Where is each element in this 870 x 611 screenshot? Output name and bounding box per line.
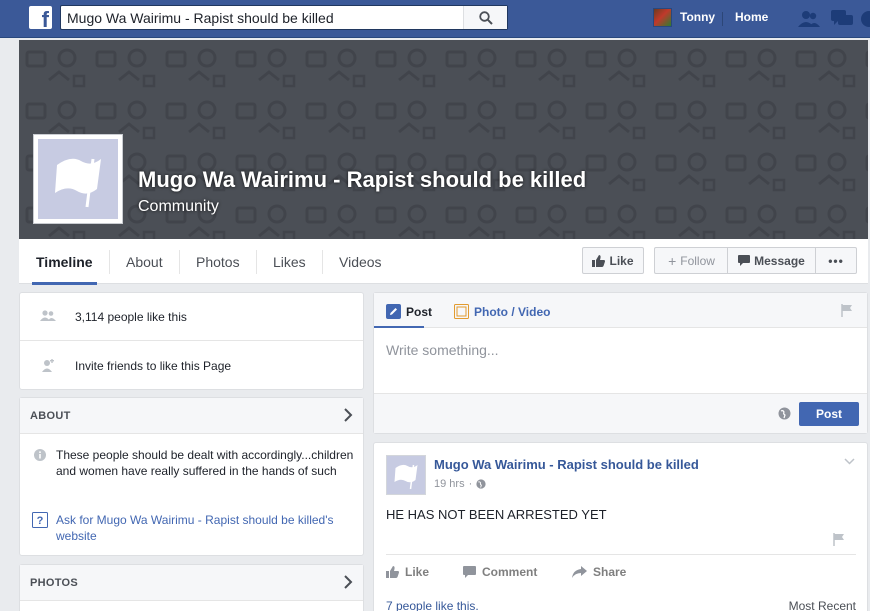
invite-friends-text: Invite friends to like this Page <box>75 359 232 373</box>
svg-text:?: ? <box>37 515 44 527</box>
composer-tab-photo-video[interactable]: Photo / Video <box>454 304 550 319</box>
friend-requests-icon[interactable] <box>798 10 820 28</box>
most-recent-sort[interactable]: Most Recent <box>789 599 856 611</box>
chevron-down-icon[interactable] <box>844 458 855 465</box>
story-timestamp: 19 hrs · <box>434 478 486 490</box>
story-comment-button[interactable]: Comment <box>463 565 537 579</box>
composer-input[interactable]: Write something... <box>386 342 499 358</box>
globe-icon[interactable] <box>476 479 486 489</box>
story-actions: Like Comment Share <box>386 554 856 587</box>
story-share-button[interactable]: Share <box>572 565 626 579</box>
invite-friends-row[interactable]: Invite friends to like this Page <box>20 342 363 390</box>
chevron-right-icon <box>344 575 353 589</box>
nav-divider <box>722 12 723 26</box>
notifications-icon[interactable] <box>860 10 870 28</box>
composer-tab-photo-label: Photo / Video <box>474 304 551 319</box>
top-bar: f Tonny Home <box>0 0 870 38</box>
profile-picture[interactable] <box>33 134 123 224</box>
search-icon <box>478 10 493 25</box>
search-input[interactable] <box>61 6 463 29</box>
people-icon <box>40 310 56 321</box>
tab-photos[interactable]: Photos <box>196 239 240 284</box>
like-page-button[interactable]: Like <box>582 247 644 274</box>
plus-icon: + <box>668 252 677 269</box>
ask-for-website-link[interactable]: Ask for Mugo Wa Wairimu - Rapist should … <box>56 512 356 544</box>
story-like-button[interactable]: Like <box>386 565 429 579</box>
add-person-icon <box>42 359 54 372</box>
user-avatar[interactable] <box>653 8 672 27</box>
chevron-right-icon <box>344 408 353 422</box>
globe-icon[interactable] <box>778 407 791 420</box>
story-text: HE HAS NOT BEEN ARRESTED YET <box>386 507 607 522</box>
more-dots-icon: ••• <box>828 253 844 268</box>
message-button[interactable]: Message <box>727 247 816 274</box>
page-title: Mugo Wa Wairimu - Rapist should be kille… <box>138 167 587 192</box>
tab-divider <box>179 250 180 274</box>
story-share-label: Share <box>593 565 627 579</box>
story-author-name[interactable]: Mugo Wa Wairimu - Rapist should be kille… <box>434 457 699 472</box>
flag-report-icon[interactable] <box>833 533 845 546</box>
active-tab-indicator <box>374 326 424 328</box>
story-comment-label: Comment <box>482 565 538 579</box>
flag-icon <box>55 158 101 208</box>
story-likes-summary[interactable]: 7 people like this. <box>386 599 479 611</box>
likes-count: 3,114 people like this <box>75 310 187 324</box>
messages-icon[interactable] <box>831 10 853 28</box>
comment-icon <box>463 566 476 578</box>
story-author-avatar[interactable] <box>386 455 426 495</box>
tab-videos[interactable]: Videos <box>339 239 382 284</box>
likes-card: 3,114 people like this Invite friends to… <box>19 292 364 390</box>
search-button[interactable] <box>463 6 507 29</box>
home-link[interactable]: Home <box>735 10 768 24</box>
more-options-button[interactable]: ••• <box>815 247 857 274</box>
info-icon <box>34 449 46 461</box>
search-box <box>60 5 508 30</box>
about-description: These people should be dealt with accord… <box>56 448 354 478</box>
story-card: Mugo Wa Wairimu - Rapist should be kille… <box>373 442 868 611</box>
pencil-icon <box>386 304 401 319</box>
about-card: ABOUT These people should be dealt with … <box>19 397 364 556</box>
tab-timeline[interactable]: Timeline <box>32 239 97 285</box>
follow-button[interactable]: + Follow <box>654 247 728 274</box>
story-time-text[interactable]: 19 hrs <box>434 478 465 490</box>
post-composer: Post Photo / Video Write something... Po… <box>373 292 868 434</box>
story-like-label: Like <box>405 565 430 579</box>
composer-footer: Post <box>374 393 867 433</box>
post-button[interactable]: Post <box>799 402 859 426</box>
composer-tab-post-label: Post <box>406 304 433 319</box>
thumbs-up-icon <box>592 254 606 267</box>
photo-icon <box>454 304 469 319</box>
tab-divider <box>109 250 110 274</box>
composer-tab-post[interactable]: Post <box>386 304 432 319</box>
tab-divider <box>256 250 257 274</box>
user-name-link[interactable]: Tonny <box>680 10 715 24</box>
message-icon <box>738 255 751 266</box>
about-header-label: ABOUT <box>30 410 71 422</box>
likes-count-row[interactable]: 3,114 people like this <box>20 293 363 341</box>
tab-divider <box>322 250 323 274</box>
thumbs-up-icon <box>386 566 399 578</box>
tab-about[interactable]: About <box>126 239 163 284</box>
tab-likes[interactable]: Likes <box>273 239 306 284</box>
question-icon: ? <box>32 512 48 528</box>
photos-header[interactable]: PHOTOS <box>20 565 363 601</box>
photos-header-label: PHOTOS <box>30 577 79 589</box>
photos-card: PHOTOS <box>19 564 364 611</box>
flag-icon <box>394 464 418 490</box>
composer-tabs: Post Photo / Video <box>374 293 867 328</box>
like-page-label: Like <box>609 253 634 268</box>
page-category[interactable]: Community <box>138 198 219 216</box>
about-header[interactable]: ABOUT <box>20 398 363 434</box>
separator-dot: · <box>468 478 473 490</box>
flag-report-icon[interactable] <box>841 304 853 317</box>
share-icon <box>572 566 587 578</box>
profile-picture-placeholder <box>38 139 118 219</box>
facebook-logo[interactable]: f <box>29 6 52 29</box>
follow-label: Follow <box>680 253 715 268</box>
story-summary: 7 people like this. Most Recent <box>386 599 856 611</box>
message-label: Message <box>754 253 805 268</box>
